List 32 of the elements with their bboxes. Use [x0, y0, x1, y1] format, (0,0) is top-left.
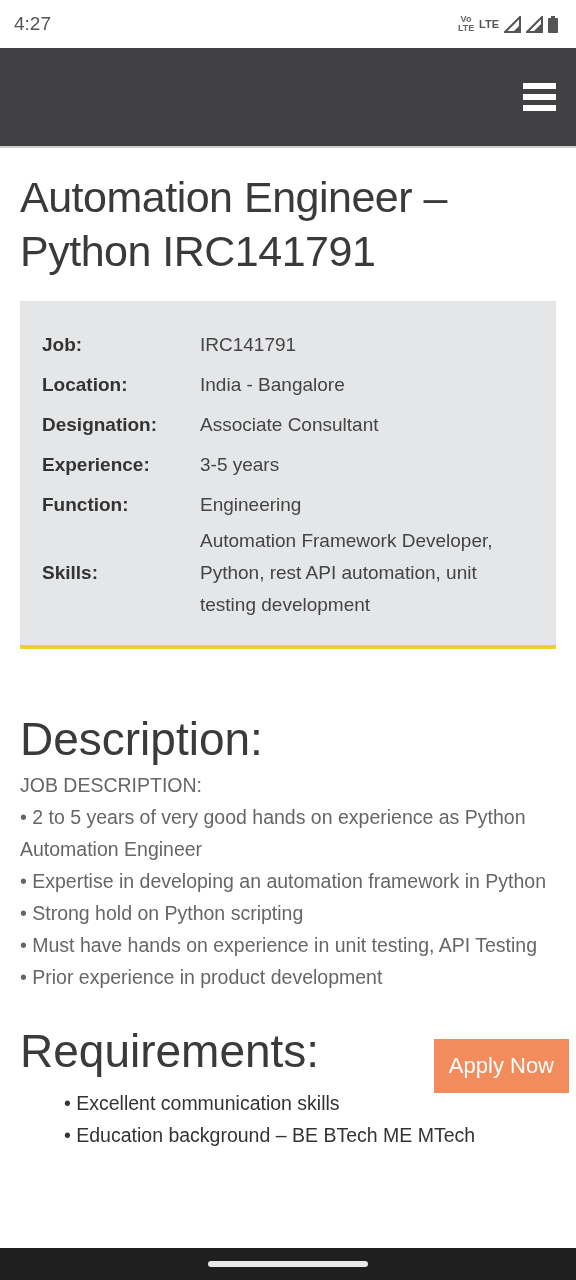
detail-label: Location: — [42, 374, 129, 396]
description-item: • Must have hands on experience in unit testing, API Testing — [20, 933, 539, 958]
detail-value: India - Bangalore — [200, 373, 346, 397]
job-title: Automation Engineer – Python IRC141791 — [20, 172, 449, 277]
battery-icon — [548, 15, 558, 33]
volte-indicator: Vo LTE — [458, 15, 475, 33]
requirement-item: • Excellent communication skills — [64, 1091, 341, 1116]
detail-label: Function: — [42, 494, 130, 516]
detail-label: Experience: — [42, 454, 151, 476]
apply-now-button[interactable]: Apply Now — [433, 1039, 569, 1093]
section-heading: Description: — [20, 712, 264, 767]
signal-icon — [504, 15, 521, 33]
home-handle[interactable] — [208, 1261, 368, 1267]
signal-icon — [526, 15, 543, 33]
detail-value: Engineering — [200, 493, 303, 517]
description-item: • 2 to 5 years of very good hands on experience as Python Automation Engineer — [20, 805, 527, 862]
description-item: • Prior experience in product development — [20, 965, 384, 990]
status-time: 4:27 — [14, 13, 51, 35]
detail-value: Automation Framework Developer, Python, rest API automation, unit testing development — [200, 529, 494, 617]
description-intro: JOB DESCRIPTION: — [20, 773, 204, 798]
network-type: LTE — [479, 18, 499, 30]
menu-icon[interactable] — [523, 83, 556, 111]
requirement-item: • Education background – BE BTech ME MTech — [64, 1123, 477, 1148]
detail-value: Associate Consultant — [200, 413, 380, 437]
detail-value: IRC141791 — [200, 333, 298, 357]
description-item: • Expertise in developing an automation framework in Python — [20, 869, 548, 894]
detail-label: Skills: — [42, 562, 99, 584]
description-item: • Strong hold on Python scripting — [20, 901, 305, 926]
detail-value: 3-5 years — [200, 453, 281, 477]
detail-label: Job: — [42, 334, 84, 356]
detail-label: Designation: — [42, 414, 159, 436]
section-heading: Requirements: — [20, 1024, 320, 1079]
